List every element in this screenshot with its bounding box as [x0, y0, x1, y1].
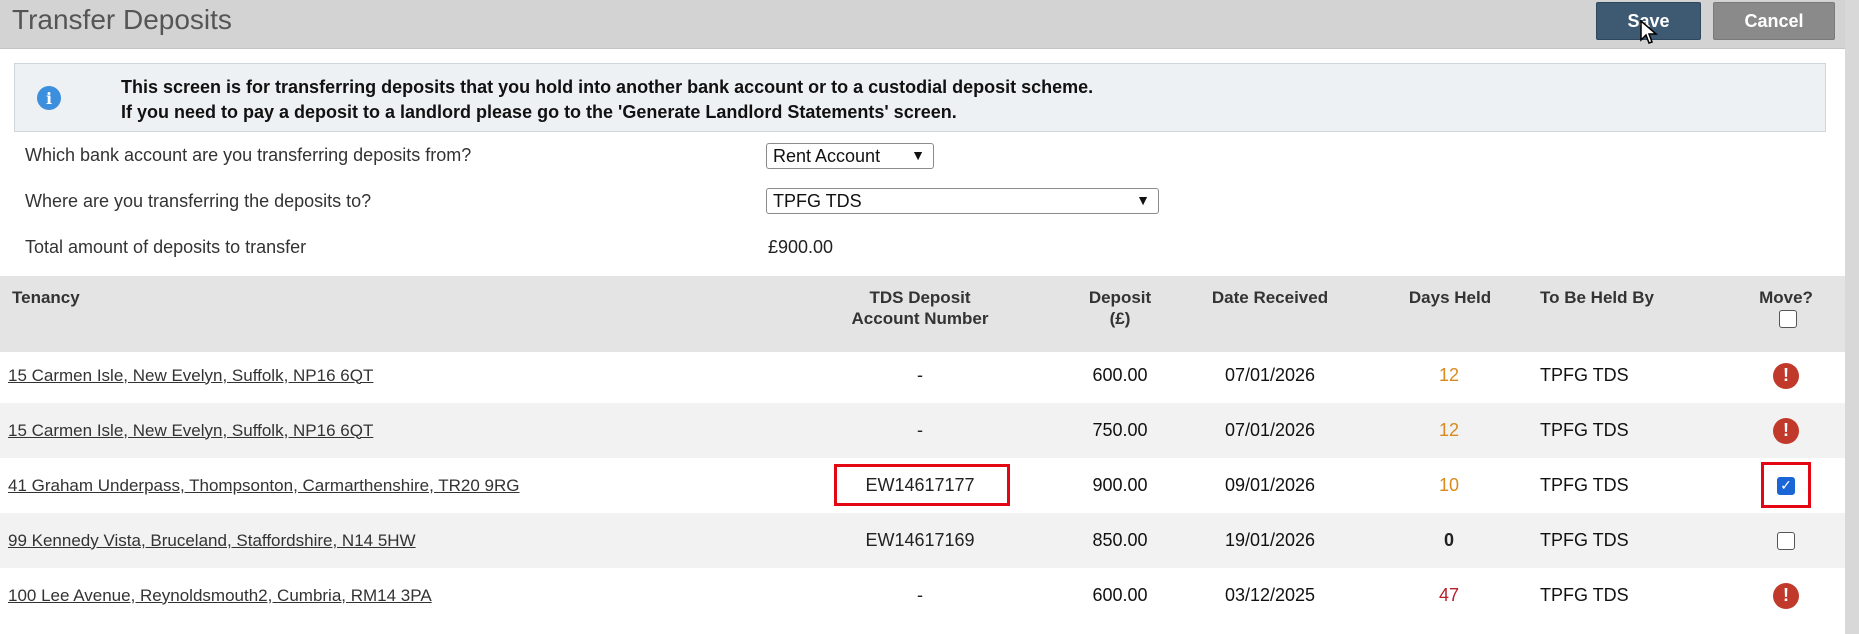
to-account-label: Where are you transferring the deposits …: [25, 191, 372, 211]
tenancy-link[interactable]: 15 Carmen Isle, New Evelyn, Suffolk, NP1…: [8, 348, 373, 403]
tenancy-link[interactable]: 15 Carmen Isle, New Evelyn, Suffolk, NP1…: [8, 403, 373, 458]
deposit-amount: 900.00: [1092, 475, 1148, 495]
total-label: Total amount of deposits to transfer: [25, 237, 307, 257]
deposit-amount: 750.00: [1092, 420, 1148, 440]
held-by: TPFG TDS: [1540, 585, 1629, 605]
col-date-received: Date Received: [1211, 288, 1329, 307]
mouse-pointer-icon: [1640, 20, 1658, 44]
info-icon: i: [37, 86, 61, 110]
info-line-2: If you need to pay a deposit to a landlo…: [121, 102, 957, 122]
table-row: 15 Carmen Isle, New Evelyn, Suffolk, NP1…: [0, 403, 1845, 458]
table-header: Tenancy TDS Deposit Account Number Depos…: [0, 276, 1845, 352]
title-bar: Transfer Deposits Save Cancel: [0, 0, 1859, 49]
exclamation-circle-icon: !: [1773, 362, 1799, 389]
from-account-select[interactable]: Rent Account ▼: [766, 143, 934, 169]
held-by: TPFG TDS: [1540, 420, 1629, 440]
account-number: EW14617169: [865, 530, 975, 550]
date-received: 09/01/2026: [1224, 475, 1316, 495]
account-number: -: [917, 585, 923, 605]
col-deposit: Deposit (£): [1088, 288, 1152, 328]
account-number: -: [917, 365, 923, 385]
table-row: 15 Carmen Isle, New Evelyn, Suffolk, NP1…: [0, 348, 1845, 403]
col-account-number: TDS Deposit Account Number: [851, 288, 989, 328]
from-account-label: Which bank account are you transferring …: [25, 145, 472, 165]
days-held: 10: [1438, 475, 1460, 495]
to-account-value: TPFG TDS: [773, 190, 862, 211]
days-held: 0: [1443, 530, 1454, 550]
days-held: 47: [1438, 585, 1460, 605]
col-tenancy: Tenancy: [12, 288, 80, 307]
chevron-down-icon: ▼: [911, 147, 925, 163]
held-by: TPFG TDS: [1540, 530, 1629, 550]
chevron-down-icon: ▼: [1136, 192, 1150, 208]
info-banner: i This screen is for transferring deposi…: [14, 63, 1826, 132]
window-edge: [1845, 0, 1859, 634]
deposit-amount: 600.00: [1092, 365, 1148, 385]
highlight-move-checkbox: [1761, 462, 1811, 508]
page-title: Transfer Deposits: [12, 4, 232, 35]
table-row: 99 Kennedy Vista, Bruceland, Staffordshi…: [0, 513, 1845, 568]
total-value: £900.00: [768, 237, 834, 257]
info-line-1: This screen is for transferring deposits…: [121, 77, 1094, 97]
tenancy-link[interactable]: 100 Lee Avenue, Reynoldsmouth2, Cumbria,…: [8, 568, 432, 623]
exclamation-circle-icon: !: [1773, 582, 1799, 609]
held-by: TPFG TDS: [1540, 475, 1629, 495]
highlight-account-number: [834, 464, 1010, 506]
date-received: 07/01/2026: [1224, 365, 1316, 385]
exclamation-circle-icon: !: [1773, 417, 1799, 444]
date-received: 03/12/2025: [1224, 585, 1316, 605]
col-held-by: To Be Held By: [1540, 288, 1654, 307]
col-days-held: Days Held: [1408, 288, 1492, 307]
held-by: TPFG TDS: [1540, 365, 1629, 385]
cancel-button[interactable]: Cancel: [1713, 2, 1835, 40]
deposit-amount: 850.00: [1092, 530, 1148, 550]
move-checkbox[interactable]: [1777, 531, 1795, 550]
date-received: 07/01/2026: [1224, 420, 1316, 440]
days-held: 12: [1438, 365, 1460, 385]
table-row: 100 Lee Avenue, Reynoldsmouth2, Cumbria,…: [0, 568, 1845, 623]
from-account-value: Rent Account: [773, 145, 881, 166]
tenancy-link[interactable]: 41 Graham Underpass, Thompsonton, Carmar…: [8, 458, 520, 513]
date-received: 19/01/2026: [1224, 530, 1316, 550]
deposit-amount: 600.00: [1092, 585, 1148, 605]
account-number: -: [917, 420, 923, 440]
col-move: Move?: [1759, 288, 1813, 307]
days-held: 12: [1438, 420, 1460, 440]
to-account-select[interactable]: TPFG TDS ▼: [766, 188, 1159, 214]
tenancy-link[interactable]: 99 Kennedy Vista, Bruceland, Staffordshi…: [8, 513, 416, 568]
select-all-checkbox[interactable]: [1779, 310, 1797, 328]
